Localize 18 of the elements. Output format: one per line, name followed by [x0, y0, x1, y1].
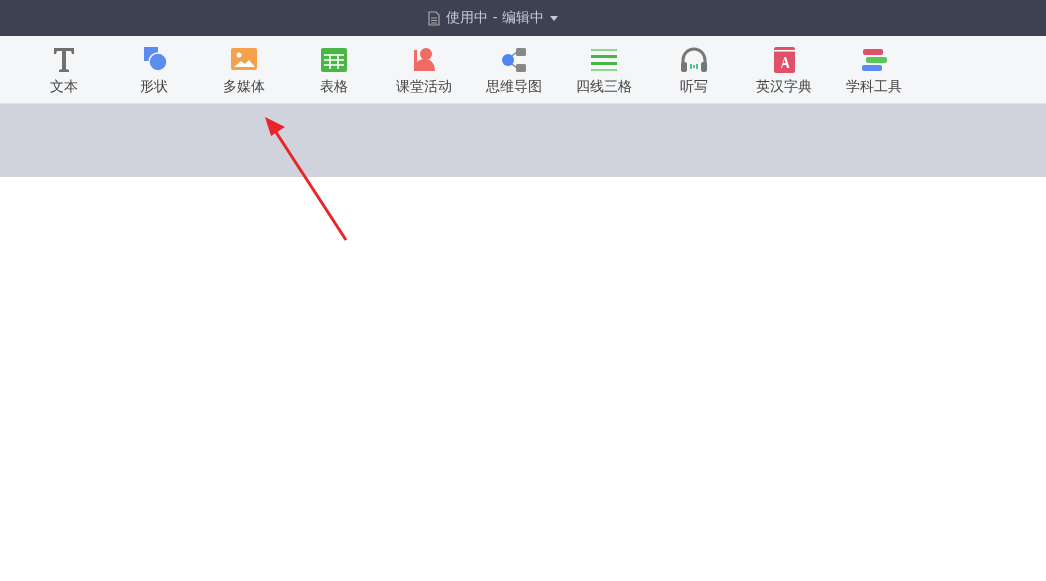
lines-icon	[589, 46, 619, 74]
books-icon	[859, 46, 889, 74]
toolbar-button[interactable]: 文本	[19, 36, 109, 103]
headphones-icon	[679, 46, 709, 74]
toolbar-button[interactable]: 听写	[649, 36, 739, 103]
toolbar-button[interactable]: 多媒体	[199, 36, 289, 103]
toolbar-button[interactable]: 英汉字典	[739, 36, 829, 103]
table-icon	[319, 46, 349, 74]
document-icon	[428, 10, 440, 26]
toolbar-button[interactable]: 课堂活动	[379, 36, 469, 103]
toolbar-button[interactable]: 思维导图	[469, 36, 559, 103]
mind-map-icon	[499, 46, 529, 74]
toolbar-button[interactable]: 形状	[109, 36, 199, 103]
toolbar-button[interactable]: 表格	[289, 36, 379, 103]
caret-icon[interactable]	[549, 15, 558, 21]
toolbar-button[interactable]: 四线三格	[559, 36, 649, 103]
window-title: 使用中 - 编辑中	[446, 9, 544, 27]
toolbar-button[interactable]: 学科工具	[829, 36, 919, 103]
